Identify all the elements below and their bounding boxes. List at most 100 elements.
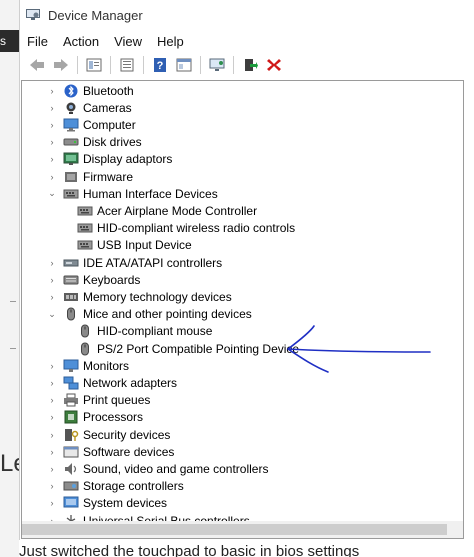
system-icon bbox=[63, 496, 79, 510]
tree-category[interactable]: › Cameras bbox=[47, 99, 132, 116]
tree-category[interactable]: ⌄ Human Interface Devices bbox=[47, 185, 218, 202]
title-bar[interactable]: Device Manager bbox=[20, 0, 470, 30]
tree-node-label: Security devices bbox=[83, 427, 171, 442]
software-icon bbox=[63, 445, 79, 459]
tree-node-label: Acer Airplane Mode Controller bbox=[97, 203, 258, 218]
chevron-right-icon[interactable]: › bbox=[47, 120, 57, 130]
window-title: Device Manager bbox=[48, 7, 143, 23]
tree-category[interactable]: › Network adapters bbox=[47, 374, 178, 391]
tree-node-label: System devices bbox=[83, 496, 168, 511]
tree-category[interactable]: › Firmware bbox=[47, 168, 134, 185]
tree-category[interactable]: › IDE ATA/ATAPI controllers bbox=[47, 254, 223, 271]
chevron-right-icon[interactable]: › bbox=[47, 430, 57, 440]
tree-category[interactable]: › Bluetooth bbox=[47, 82, 134, 99]
computer-icon bbox=[63, 118, 79, 132]
tree-category[interactable]: › Monitors bbox=[47, 357, 130, 374]
menu-view[interactable]: View bbox=[114, 34, 142, 49]
tree-device[interactable]: HID-compliant mouse bbox=[77, 323, 212, 340]
tree-node-label: Mice and other pointing devices bbox=[83, 307, 252, 322]
menu-action[interactable]: Action bbox=[63, 34, 99, 49]
chevron-right-icon[interactable]: › bbox=[47, 275, 57, 285]
scan-hardware-icon[interactable] bbox=[206, 54, 228, 76]
tree-node-label: Storage controllers bbox=[83, 479, 184, 494]
menu-help[interactable]: Help bbox=[157, 34, 184, 49]
tree-node-label: HID-compliant wireless radio controls bbox=[97, 221, 296, 236]
toolbar-separator bbox=[110, 56, 111, 74]
back-icon[interactable] bbox=[26, 54, 48, 76]
chevron-right-icon[interactable]: › bbox=[47, 86, 57, 96]
tree-node-label: Memory technology devices bbox=[83, 289, 232, 304]
chevron-right-icon[interactable]: › bbox=[47, 172, 57, 182]
monitor-icon bbox=[63, 359, 79, 373]
chevron-right-icon[interactable]: › bbox=[47, 481, 57, 491]
chevron-down-icon[interactable]: ⌄ bbox=[47, 188, 57, 199]
mouse-icon bbox=[77, 324, 93, 338]
chevron-right-icon[interactable]: › bbox=[47, 103, 57, 113]
mouse-icon bbox=[63, 307, 79, 321]
menu-file[interactable]: File bbox=[27, 34, 48, 49]
hid-icon bbox=[77, 238, 93, 252]
view-icon[interactable] bbox=[173, 54, 195, 76]
chevron-right-icon[interactable]: › bbox=[47, 378, 57, 388]
tree-device[interactable]: USB Input Device bbox=[77, 237, 192, 254]
toolbar-separator bbox=[233, 56, 234, 74]
tree-node-label: Software devices bbox=[83, 444, 175, 459]
chevron-right-icon[interactable]: › bbox=[47, 154, 57, 164]
tree-device[interactable]: HID-compliant wireless radio controls bbox=[77, 220, 295, 237]
chevron-right-icon[interactable]: › bbox=[47, 258, 57, 268]
tree-category[interactable]: › System devices bbox=[47, 495, 168, 512]
tree-node-label: Cameras bbox=[83, 100, 132, 115]
chevron-right-icon[interactable]: › bbox=[47, 498, 57, 508]
firmware-icon bbox=[63, 170, 79, 184]
storage-icon bbox=[63, 479, 79, 493]
forward-icon[interactable] bbox=[50, 54, 72, 76]
chevron-right-icon[interactable]: › bbox=[47, 447, 57, 457]
disk-icon bbox=[63, 135, 79, 149]
security-icon bbox=[63, 428, 79, 442]
background-tab-text: s bbox=[0, 34, 6, 48]
help-icon[interactable]: ? bbox=[149, 54, 171, 76]
tree-category[interactable]: › Disk drives bbox=[47, 134, 142, 151]
tree-category[interactable]: › Memory technology devices bbox=[47, 288, 232, 305]
chevron-right-icon[interactable]: › bbox=[47, 395, 57, 405]
tree-node-label: Keyboards bbox=[83, 272, 141, 287]
hid-icon bbox=[63, 187, 79, 201]
tree-node-label: HID-compliant mouse bbox=[97, 324, 213, 339]
chevron-right-icon[interactable]: › bbox=[47, 464, 57, 474]
chevron-right-icon[interactable]: › bbox=[47, 361, 57, 371]
tree-node-label: Sound, video and game controllers bbox=[83, 461, 269, 476]
hid-icon bbox=[77, 221, 93, 235]
tree-category[interactable]: ⌄ Mice and other pointing devices bbox=[47, 306, 252, 323]
device-tree[interactable]: › Bluetooth › Cameras › Computer › Disk drives ›… bbox=[21, 80, 464, 522]
tree-device[interactable]: Acer Airplane Mode Controller bbox=[77, 202, 257, 219]
chevron-right-icon[interactable]: › bbox=[47, 292, 57, 302]
scrollbar-thumb[interactable] bbox=[22, 524, 447, 535]
chevron-right-icon[interactable]: › bbox=[47, 137, 57, 147]
tree-category[interactable]: › Sound, video and game controllers bbox=[47, 460, 269, 477]
properties-icon[interactable] bbox=[83, 54, 105, 76]
tree-category[interactable]: › Processors bbox=[47, 409, 144, 426]
background-divider bbox=[10, 301, 16, 302]
tree-category[interactable]: › Storage controllers bbox=[47, 478, 184, 495]
tree-node-label: Processors bbox=[83, 410, 144, 425]
tree-category[interactable]: › Display adaptors bbox=[47, 151, 173, 168]
toolbar-separator bbox=[77, 56, 78, 74]
tree-node-label: Network adapters bbox=[83, 375, 178, 390]
tree-device[interactable]: PS/2 Port Compatible Pointing Device bbox=[77, 340, 299, 357]
printer-icon bbox=[63, 393, 79, 407]
chevron-right-icon[interactable]: › bbox=[47, 412, 57, 422]
tree-category[interactable]: › Keyboards bbox=[47, 271, 141, 288]
background-caption: Just switched the touchpad to basic in b… bbox=[19, 543, 360, 557]
tree-node-label: Disk drives bbox=[83, 135, 142, 150]
horizontal-scrollbar[interactable] bbox=[21, 521, 464, 539]
menu-bar: File Action View Help bbox=[20, 30, 470, 52]
chevron-down-icon[interactable]: ⌄ bbox=[47, 309, 57, 320]
tree-category[interactable]: › Software devices bbox=[47, 443, 175, 460]
enable-device-icon[interactable] bbox=[239, 54, 261, 76]
tree-category[interactable]: › Computer bbox=[47, 116, 136, 133]
update-driver-icon[interactable] bbox=[116, 54, 138, 76]
tree-category[interactable]: › Security devices bbox=[47, 426, 171, 443]
background-divider bbox=[10, 348, 16, 349]
tree-category[interactable]: › Print queues bbox=[47, 392, 151, 409]
uninstall-icon[interactable] bbox=[263, 54, 285, 76]
